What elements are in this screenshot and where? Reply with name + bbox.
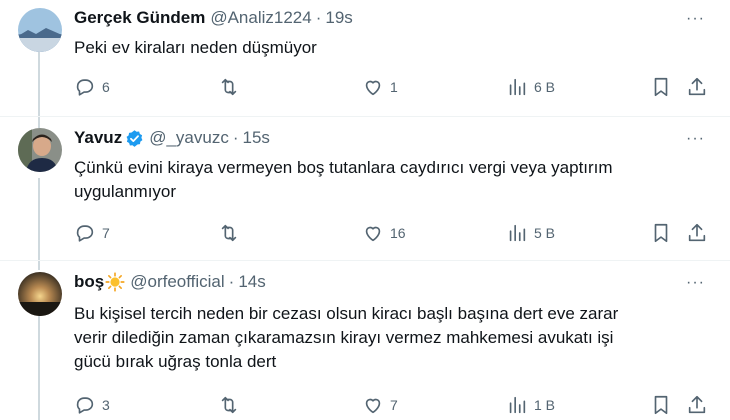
retweet-button[interactable] xyxy=(218,222,246,244)
views-icon xyxy=(509,224,526,242)
reply-button[interactable]: 3 xyxy=(74,394,110,416)
like-icon xyxy=(365,398,381,414)
display-name[interactable]: boş xyxy=(74,272,104,292)
bookmark-button[interactable] xyxy=(650,394,672,416)
views-count: 6 B xyxy=(534,79,556,95)
share-icon xyxy=(688,77,706,96)
views-button[interactable]: 5 B xyxy=(506,222,555,244)
separator-dot: · xyxy=(228,272,235,291)
like-count: 7 xyxy=(390,397,398,413)
separator-dot: · xyxy=(232,128,239,147)
retweet-button[interactable] xyxy=(218,76,246,98)
tweet-text-line: gücü bırak uğraş tonla dert xyxy=(74,352,277,371)
avatar[interactable] xyxy=(18,272,62,316)
tweet-text-line: Bu kişisel tercih neden bir cezası olsun… xyxy=(74,304,619,323)
like-button[interactable]: 16 xyxy=(362,222,406,244)
user-handle[interactable]: @_yavuzc xyxy=(149,128,229,148)
avatar[interactable] xyxy=(18,128,62,172)
like-button[interactable]: 1 xyxy=(362,76,398,98)
avatar[interactable] xyxy=(18,8,62,52)
like-icon xyxy=(365,80,381,96)
separator-dot: · xyxy=(315,8,322,27)
tweet-text-line: Peki ev kiraları neden düşmüyor xyxy=(74,38,317,57)
views-icon xyxy=(509,78,526,96)
tweet-text-line: uygulanmıyor xyxy=(74,182,177,201)
reply-icon xyxy=(76,79,94,96)
verified-badge-icon xyxy=(126,129,143,147)
like-count: 16 xyxy=(390,225,406,241)
tweet-text-line: Çünkü evini kiraya vermeyen boş tutanlar… xyxy=(74,158,613,177)
reply-icon xyxy=(76,397,94,414)
timestamp[interactable]: 19s xyxy=(325,8,352,28)
bookmark-icon xyxy=(654,223,668,243)
share-icon xyxy=(688,395,706,414)
share-icon xyxy=(688,223,706,242)
user-handle[interactable]: @orfeofficial xyxy=(130,272,224,292)
retweet-icon xyxy=(221,224,237,242)
reply-count: 6 xyxy=(102,79,110,95)
timestamp[interactable]: 14s xyxy=(238,272,265,292)
tweet[interactable]: Gerçek Gündem @Analiz1224 · 19s ··· Peki… xyxy=(0,0,730,112)
retweet-icon xyxy=(221,396,237,414)
user-handle[interactable]: @Analiz1224 xyxy=(210,8,311,28)
bookmark-button[interactable] xyxy=(650,222,672,244)
more-icon[interactable]: ··· xyxy=(686,10,705,28)
reply-button[interactable]: 7 xyxy=(74,222,110,244)
views-button[interactable]: 6 B xyxy=(506,76,555,98)
views-count: 5 B xyxy=(534,225,556,241)
like-button[interactable]: 7 xyxy=(362,394,398,416)
reply-count: 3 xyxy=(102,397,110,413)
tweet-text: Bu kişisel tercih neden bir cezası olsun… xyxy=(74,302,684,374)
like-icon xyxy=(365,226,381,242)
tweet-text: Çünkü evini kiraya vermeyen boş tutanlar… xyxy=(74,156,684,204)
sun-emoji-icon xyxy=(105,272,125,292)
share-button[interactable] xyxy=(686,222,708,244)
reply-button[interactable]: 6 xyxy=(74,76,110,98)
display-name[interactable]: Gerçek Gündem xyxy=(74,8,205,28)
retweet-button[interactable] xyxy=(218,394,246,416)
views-count: 1 B xyxy=(534,397,556,413)
tweet-text: Peki ev kiraları neden düşmüyor xyxy=(74,36,684,60)
divider xyxy=(0,116,730,117)
share-button[interactable] xyxy=(686,76,708,98)
like-count: 1 xyxy=(390,79,398,95)
divider xyxy=(0,260,730,261)
views-button[interactable]: 1 B xyxy=(506,394,555,416)
more-icon[interactable]: ··· xyxy=(686,130,705,148)
reply-icon xyxy=(76,225,94,242)
bookmark-button[interactable] xyxy=(650,76,672,98)
share-button[interactable] xyxy=(686,394,708,416)
reply-count: 7 xyxy=(102,225,110,241)
tweet[interactable]: boş @orfeofficial · 14s ··· Bu kişisel t… xyxy=(0,264,730,420)
display-name[interactable]: Yavuz xyxy=(74,128,122,148)
more-icon[interactable]: ··· xyxy=(686,274,705,292)
views-icon xyxy=(509,396,526,414)
bookmark-icon xyxy=(654,77,668,97)
tweet[interactable]: Yavuz @_yavuzc · 15s ··· Çünkü evini kir… xyxy=(0,120,730,256)
tweet-text-line: verir dilediğin zaman çıkaramazsın kiray… xyxy=(74,328,614,347)
bookmark-icon xyxy=(654,395,668,415)
timestamp[interactable]: 15s xyxy=(243,128,270,148)
retweet-icon xyxy=(221,78,237,96)
